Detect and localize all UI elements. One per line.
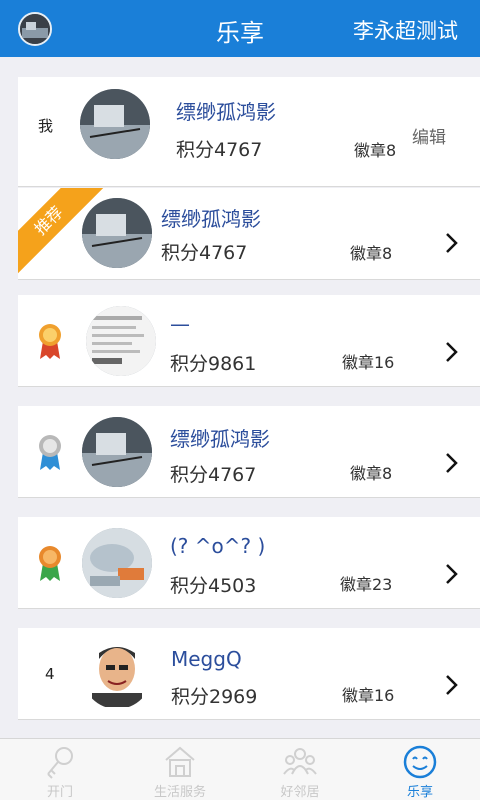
my-points: 积分4767: [176, 139, 263, 161]
rank-number: 4: [45, 665, 55, 683]
chevron-right-icon: [446, 564, 458, 584]
bronze-medal-icon: [39, 546, 61, 581]
people-icon: [283, 748, 317, 775]
house-icon: [165, 746, 195, 777]
chevron-right-icon: [446, 453, 458, 473]
gold-medal-icon: [39, 324, 61, 359]
user-points: 积分9861: [170, 353, 257, 375]
ranking-row[interactable]: 4 MeggQ 积分2969 徽章16: [18, 628, 480, 720]
ranking-row[interactable]: (? ^o^? ) 积分4503 徽章23: [18, 517, 480, 609]
smile-icon: [403, 745, 437, 779]
my-ranking-row[interactable]: 我 缥缈孤鸿影 积分4767 徽章8 编辑: [18, 77, 480, 187]
user-name: (? ^o^? ): [170, 534, 266, 558]
user-name: —: [170, 312, 190, 336]
recommended-avatar: [82, 198, 152, 268]
app-header: 乐享 李永超测试: [0, 0, 480, 57]
my-avatar: [80, 89, 150, 159]
ranking-row[interactable]: 缥缈孤鸿影 积分4767 徽章8: [18, 406, 480, 498]
recommended-name: 缥缈孤鸿影: [161, 207, 261, 231]
bottom-tab-bar: 开门 生活服务 好邻居 乐享: [0, 738, 480, 800]
user-points: 积分4503: [170, 575, 257, 597]
user-badges: 徽章16: [342, 353, 395, 372]
key-icon: [47, 747, 73, 779]
user-points: 积分2969: [171, 686, 258, 708]
tab-open-door[interactable]: 开门: [0, 739, 120, 800]
chevron-right-icon: [446, 675, 458, 695]
chevron-right-icon: [446, 342, 458, 362]
user-name: 缥缈孤鸿影: [170, 427, 270, 451]
ranking-row[interactable]: — 积分9861 徽章16: [18, 295, 480, 387]
user-avatar: [82, 528, 152, 598]
header-user-name[interactable]: 李永超测试: [353, 15, 458, 45]
chevron-right-icon: [446, 233, 458, 253]
user-badges: 徽章8: [350, 464, 393, 483]
silver-medal-icon: [39, 435, 61, 470]
rank-label: 我: [38, 117, 54, 135]
recommended-row[interactable]: 推荐 缥缈孤鸿影 积分4767 徽章8: [18, 188, 480, 280]
user-name: MeggQ: [171, 647, 242, 671]
my-name: 缥缈孤鸿影: [176, 100, 276, 124]
tab-label: 乐享: [406, 785, 433, 800]
user-avatar: [86, 306, 156, 376]
recommended-points: 积分4767: [161, 242, 248, 264]
my-badges: 徽章8: [354, 141, 397, 160]
user-avatar: [82, 417, 152, 487]
user-points: 积分4767: [170, 464, 257, 486]
user-avatar: [82, 639, 152, 709]
edit-button[interactable]: 编辑: [412, 123, 446, 148]
user-badges: 徽章23: [340, 575, 393, 594]
tab-neighbors[interactable]: 好邻居: [240, 739, 360, 800]
tab-label: 开门: [46, 785, 73, 800]
recommended-badges: 徽章8: [350, 244, 393, 263]
tab-label: 生活服务: [153, 785, 206, 800]
tab-share[interactable]: 乐享: [360, 739, 480, 800]
user-badges: 徽章16: [342, 686, 395, 705]
tab-life-services[interactable]: 生活服务: [120, 739, 240, 800]
tab-label: 好邻居: [280, 785, 320, 800]
